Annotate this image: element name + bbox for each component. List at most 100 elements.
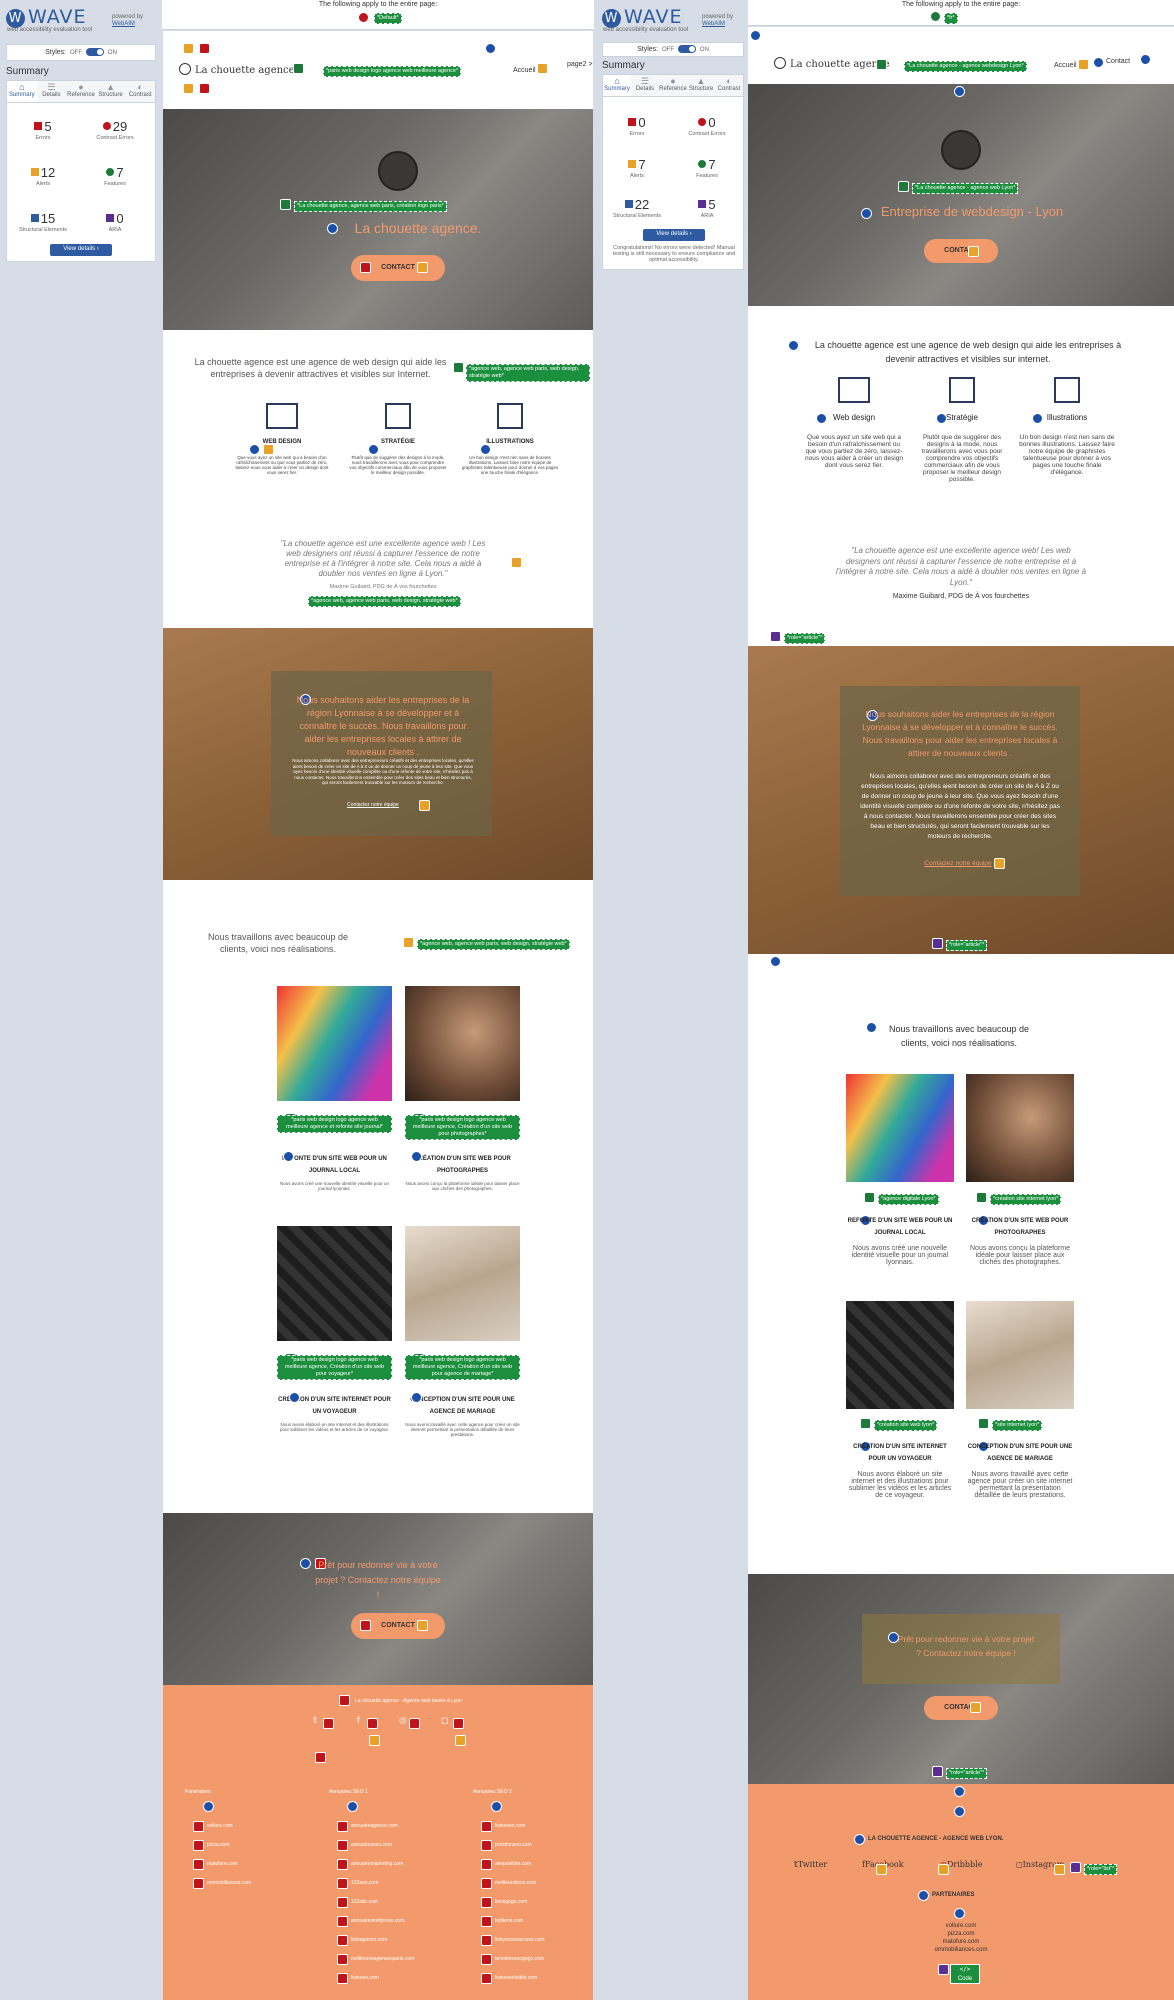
tab-details[interactable]: ☰ Details xyxy=(37,81,67,102)
stat-contrast[interactable]: 0 Contrast Errors xyxy=(681,115,733,137)
tab-contrast[interactable]: ◐ Contrast xyxy=(125,81,155,102)
footer-link[interactable]: listeseo.com xyxy=(337,1969,439,1988)
footer-link[interactable]: meilleursliens.com xyxy=(481,1874,583,1893)
alt-text-icon[interactable] xyxy=(453,362,464,373)
styles-toggle[interactable] xyxy=(677,45,696,54)
partner-link[interactable]: ommobiliances.com xyxy=(918,1946,1004,1954)
list-marker-icon[interactable] xyxy=(954,1806,965,1817)
error-marker-icon[interactable] xyxy=(337,1878,348,1889)
styles-toggle[interactable] xyxy=(85,48,104,57)
alert-marker-icon[interactable] xyxy=(183,43,194,54)
heading-marker-icon[interactable] xyxy=(816,413,827,424)
nav-home[interactable]: Accueil xyxy=(513,67,536,74)
error-marker-icon[interactable] xyxy=(323,1718,334,1729)
aria-marker-icon[interactable] xyxy=(938,1964,949,1975)
footer-link[interactable]: tenoirlesseogogo.com xyxy=(481,1950,583,1969)
cta-contact-button[interactable]: CONTACT xyxy=(924,1696,998,1720)
alert-marker-icon[interactable] xyxy=(1078,59,1089,70)
error-marker-icon[interactable] xyxy=(481,1935,492,1946)
stat-errors[interactable]: 0 Errors xyxy=(611,115,663,137)
alert-marker-icon[interactable] xyxy=(1054,1864,1065,1875)
alt-text-icon[interactable] xyxy=(860,1418,871,1429)
heading-marker-icon[interactable] xyxy=(861,208,872,219)
alt-text-icon[interactable] xyxy=(280,199,291,210)
alert-marker-icon[interactable] xyxy=(537,63,548,74)
alert-marker-icon[interactable] xyxy=(876,1864,887,1875)
aria-marker-icon[interactable] xyxy=(770,631,781,642)
aria-marker-icon[interactable] xyxy=(932,1766,943,1777)
list-marker-icon[interactable] xyxy=(954,1786,965,1797)
code-button[interactable]: </> Code xyxy=(950,1964,980,1984)
error-marker-icon[interactable] xyxy=(481,1897,492,1908)
partner-link[interactable]: vollure.com xyxy=(918,1922,1004,1930)
heading-marker-icon[interactable] xyxy=(936,413,947,424)
view-details-button[interactable]: View details › xyxy=(50,244,112,256)
tab-reference[interactable]: ● Reference xyxy=(659,75,687,96)
footer-link[interactable]: pizza.com xyxy=(193,1836,285,1855)
error-marker-icon[interactable] xyxy=(199,83,210,94)
stat-contrast[interactable]: 29 Contrast Errors xyxy=(89,119,141,141)
nav-contact[interactable]: Contact xyxy=(1106,58,1130,65)
stat-aria[interactable]: 0 ARIA xyxy=(89,211,141,233)
list-marker-icon[interactable] xyxy=(1140,54,1151,65)
error-marker-icon[interactable] xyxy=(360,262,371,273)
footer-link[interactable]: 123site.com xyxy=(337,1893,439,1912)
error-marker-icon[interactable] xyxy=(358,12,369,23)
alert-marker-icon[interactable] xyxy=(183,83,194,94)
footer-link[interactable]: linkyouseeurcase.com xyxy=(481,1931,583,1950)
view-details-button[interactable]: View details › xyxy=(643,229,705,241)
heading-marker-icon[interactable] xyxy=(289,1392,300,1403)
error-marker-icon[interactable] xyxy=(337,1935,348,1946)
error-marker-icon[interactable] xyxy=(481,1878,492,1889)
error-marker-icon[interactable] xyxy=(337,1916,348,1927)
alt-text-icon[interactable] xyxy=(876,59,887,70)
stat-errors[interactable]: 5 Errors xyxy=(17,119,69,141)
error-marker-icon[interactable] xyxy=(199,43,210,54)
mission-link[interactable]: Contactez notre équipe xyxy=(343,802,403,808)
footer-link[interactable]: listeagence.com xyxy=(337,1931,439,1950)
alert-marker-icon[interactable] xyxy=(263,444,274,455)
footer-link[interactable]: topliens.com xyxy=(481,1912,583,1931)
aria-marker-icon[interactable] xyxy=(932,938,943,949)
stat-aria[interactable]: 5 ARIA xyxy=(681,197,733,219)
footer-link[interactable]: annuaireagence.com xyxy=(337,1817,439,1836)
alert-marker-icon[interactable] xyxy=(403,937,414,948)
footer-link[interactable]: liensgogo.com xyxy=(481,1893,583,1912)
heading-marker-icon[interactable] xyxy=(788,340,799,351)
alert-marker-icon[interactable] xyxy=(994,858,1005,869)
error-marker-icon[interactable] xyxy=(481,1973,492,1984)
tab-reference[interactable]: ● Reference xyxy=(66,81,96,102)
alert-marker-icon[interactable] xyxy=(417,1620,428,1631)
site-logo[interactable]: La chouette agence xyxy=(774,57,890,70)
site-logo[interactable]: La chouette agence xyxy=(179,63,295,76)
error-marker-icon[interactable] xyxy=(481,1840,492,1851)
alert-marker-icon[interactable] xyxy=(970,1702,981,1713)
error-marker-icon[interactable] xyxy=(367,1718,378,1729)
partner-link[interactable]: pizza.com xyxy=(918,1930,1004,1938)
alert-marker-icon[interactable] xyxy=(968,246,979,257)
error-marker-icon[interactable] xyxy=(339,1695,350,1706)
alt-text-icon[interactable] xyxy=(978,1418,989,1429)
heading-marker-icon[interactable] xyxy=(1032,413,1043,424)
footer-link[interactable]: annuairewordpress.com xyxy=(337,1912,439,1931)
dribbble-icon[interactable]: ◎ xyxy=(399,1715,407,1726)
tab-structure[interactable]: ▲ Structure xyxy=(96,81,126,102)
error-marker-icon[interactable] xyxy=(337,1897,348,1908)
stat-structure[interactable]: 15 Structural Elements xyxy=(17,211,69,233)
error-marker-icon[interactable] xyxy=(360,1620,371,1631)
tab-contrast[interactable]: ◐ Contrast xyxy=(715,75,743,96)
footer-link[interactable]: annuairesseo.com xyxy=(337,1836,439,1855)
alt-text-icon[interactable] xyxy=(898,181,909,192)
error-marker-icon[interactable] xyxy=(481,1954,492,1965)
heading-marker-icon[interactable] xyxy=(411,1392,422,1403)
heading-marker-icon[interactable] xyxy=(854,1834,865,1845)
alert-marker-icon[interactable] xyxy=(369,1735,380,1746)
tab-summary[interactable]: ⌂ Summary xyxy=(603,75,631,96)
footer-link[interactable]: ommobiliances.com xyxy=(193,1874,285,1893)
list-marker-icon[interactable] xyxy=(770,956,781,967)
list-marker-icon[interactable] xyxy=(485,43,496,54)
stat-alerts[interactable]: 7 Alerts xyxy=(611,157,663,179)
tab-structure[interactable]: ▲ Structure xyxy=(687,75,715,96)
alert-marker-icon[interactable] xyxy=(938,1864,949,1875)
hero-contact-button[interactable]: CONTACT xyxy=(924,239,998,263)
